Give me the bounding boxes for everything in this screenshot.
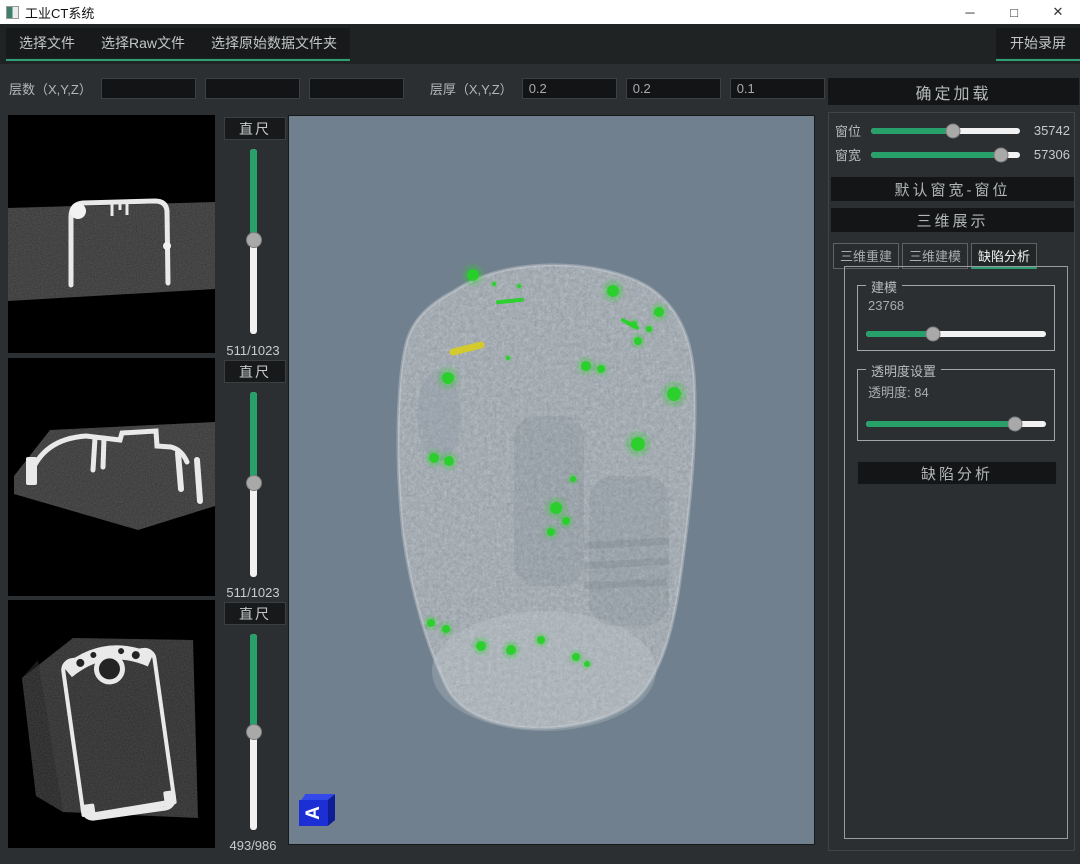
ct-slice-image-3[interactable]: [8, 600, 215, 848]
layers-y-input[interactable]: [205, 78, 300, 99]
ruler-button-2[interactable]: 直尺: [224, 360, 286, 383]
slice-slider-thumb-1[interactable]: [246, 232, 262, 248]
opacity-slider-thumb[interactable]: [1008, 417, 1023, 432]
opacity-slider[interactable]: [866, 416, 1046, 432]
slice-slider-1[interactable]: [246, 149, 262, 334]
file-button-group: 选择文件 选择Raw文件 选择原始数据文件夹: [6, 28, 350, 61]
modeling-slider-track[interactable]: [866, 331, 1046, 337]
orientation-cube-side-face: [328, 794, 335, 826]
minimize-icon[interactable]: ─: [948, 0, 992, 24]
select-raw-folder-button[interactable]: 选择原始数据文件夹: [198, 28, 350, 58]
thickness-x-input[interactable]: [522, 78, 617, 99]
slice-slider-thumb-3[interactable]: [246, 724, 262, 740]
layers-z-input[interactable]: [309, 78, 404, 99]
ruler-button-1[interactable]: 直尺: [224, 117, 286, 140]
window-level-slider[interactable]: [871, 123, 1020, 139]
window-level-row: 窗位 35742: [835, 121, 1070, 140]
slice-panel-2: 直尺 511/1023: [8, 358, 288, 600]
modeling-slider[interactable]: [866, 326, 1046, 342]
slice-slider-thumb-2[interactable]: [246, 475, 262, 491]
select-raw-file-button[interactable]: 选择Raw文件: [88, 28, 198, 58]
defect-analysis-panel: 建模 23768 透明度设置 透明度: 84: [844, 266, 1068, 839]
window-controls: ─ □ ✕: [948, 0, 1080, 24]
opacity-slider-fill: [866, 421, 1015, 427]
slice-position-1: 511/1023: [218, 343, 288, 358]
model-3d: [289, 116, 815, 845]
opacity-group-title: 透明度设置: [866, 361, 941, 380]
window-level-fill: [871, 128, 953, 134]
slice-panel-3: 直尺 493/986: [8, 600, 288, 853]
thickness-y-input[interactable]: [626, 78, 721, 99]
app-icon: [6, 6, 19, 19]
default-window-button[interactable]: 默认窗宽-窗位: [831, 177, 1074, 201]
thickness-z-input[interactable]: [730, 78, 825, 99]
layers-label: 层数（X,Y,Z）: [9, 79, 92, 98]
opacity-group: 透明度设置 透明度: 84: [857, 369, 1055, 441]
start-record-button[interactable]: 开始录屏: [996, 28, 1080, 58]
maximize-icon[interactable]: □: [992, 0, 1036, 24]
ruler-button-3[interactable]: 直尺: [224, 602, 286, 625]
window-level-value: 35742: [1026, 123, 1070, 138]
window-width-slider[interactable]: [871, 147, 1020, 163]
window-level-label: 窗位: [835, 121, 865, 140]
window-level-thumb[interactable]: [945, 123, 960, 138]
thickness-label: 层厚（X,Y,Z）: [430, 79, 513, 98]
window-width-row: 窗宽 57306: [835, 145, 1070, 164]
slice-slider-2[interactable]: [246, 392, 262, 577]
window-width-thumb[interactable]: [993, 147, 1008, 162]
modeling-slider-fill: [866, 331, 933, 337]
orientation-cube-front-face: A: [299, 800, 328, 826]
viewport-3d[interactable]: A: [288, 115, 815, 845]
titlebar: 工业CT系统 ─ □ ✕: [0, 0, 1080, 24]
record-button-group: 开始录屏: [996, 28, 1080, 61]
window-title: 工业CT系统: [25, 3, 94, 22]
slice-slider-fill-2: [250, 392, 257, 483]
ct-slice-image-2[interactable]: [8, 358, 215, 596]
slice-slider-3[interactable]: [246, 634, 262, 830]
modeling-group-title: 建模: [866, 277, 902, 296]
window-width-fill: [871, 152, 1001, 158]
close-icon[interactable]: ✕: [1036, 0, 1080, 24]
display-3d-button[interactable]: 三维展示: [831, 208, 1074, 232]
window-width-value: 57306: [1026, 147, 1070, 162]
slice-slider-fill-3: [250, 634, 257, 732]
ct-slice-image-1[interactable]: [8, 115, 215, 353]
slice-position-2: 511/1023: [218, 585, 288, 600]
layers-x-input[interactable]: [101, 78, 196, 99]
right-panel: 窗位 35742 窗宽 57306 默认窗宽-窗位 三维展示 三维重建: [828, 112, 1075, 851]
modeling-slider-thumb[interactable]: [925, 327, 940, 342]
confirm-load-button[interactable]: 确定加载: [828, 78, 1079, 105]
orientation-cube-label: A: [302, 806, 324, 820]
modeling-group: 建模 23768: [857, 285, 1055, 351]
slice-panel-1: 直尺 511/1023: [8, 115, 288, 358]
window-width-label: 窗宽: [835, 145, 865, 164]
industrial-ct-window: 工业CT系统 ─ □ ✕ 选择文件 选择Raw文件 选择原始数据文件夹 开始录屏…: [0, 0, 1080, 864]
select-file-button[interactable]: 选择文件: [6, 28, 88, 58]
slice-position-3: 493/986: [218, 838, 288, 853]
orientation-cube[interactable]: A: [297, 792, 337, 830]
defect-analysis-button[interactable]: 缺陷分析: [857, 461, 1057, 485]
slice-slider-fill-1: [250, 149, 257, 240]
modeling-value: 23768: [868, 298, 904, 313]
opacity-value-label: 透明度: 84: [868, 382, 929, 401]
scanned-object: [398, 265, 695, 731]
toolbar: 选择文件 选择Raw文件 选择原始数据文件夹 开始录屏: [0, 24, 1080, 64]
